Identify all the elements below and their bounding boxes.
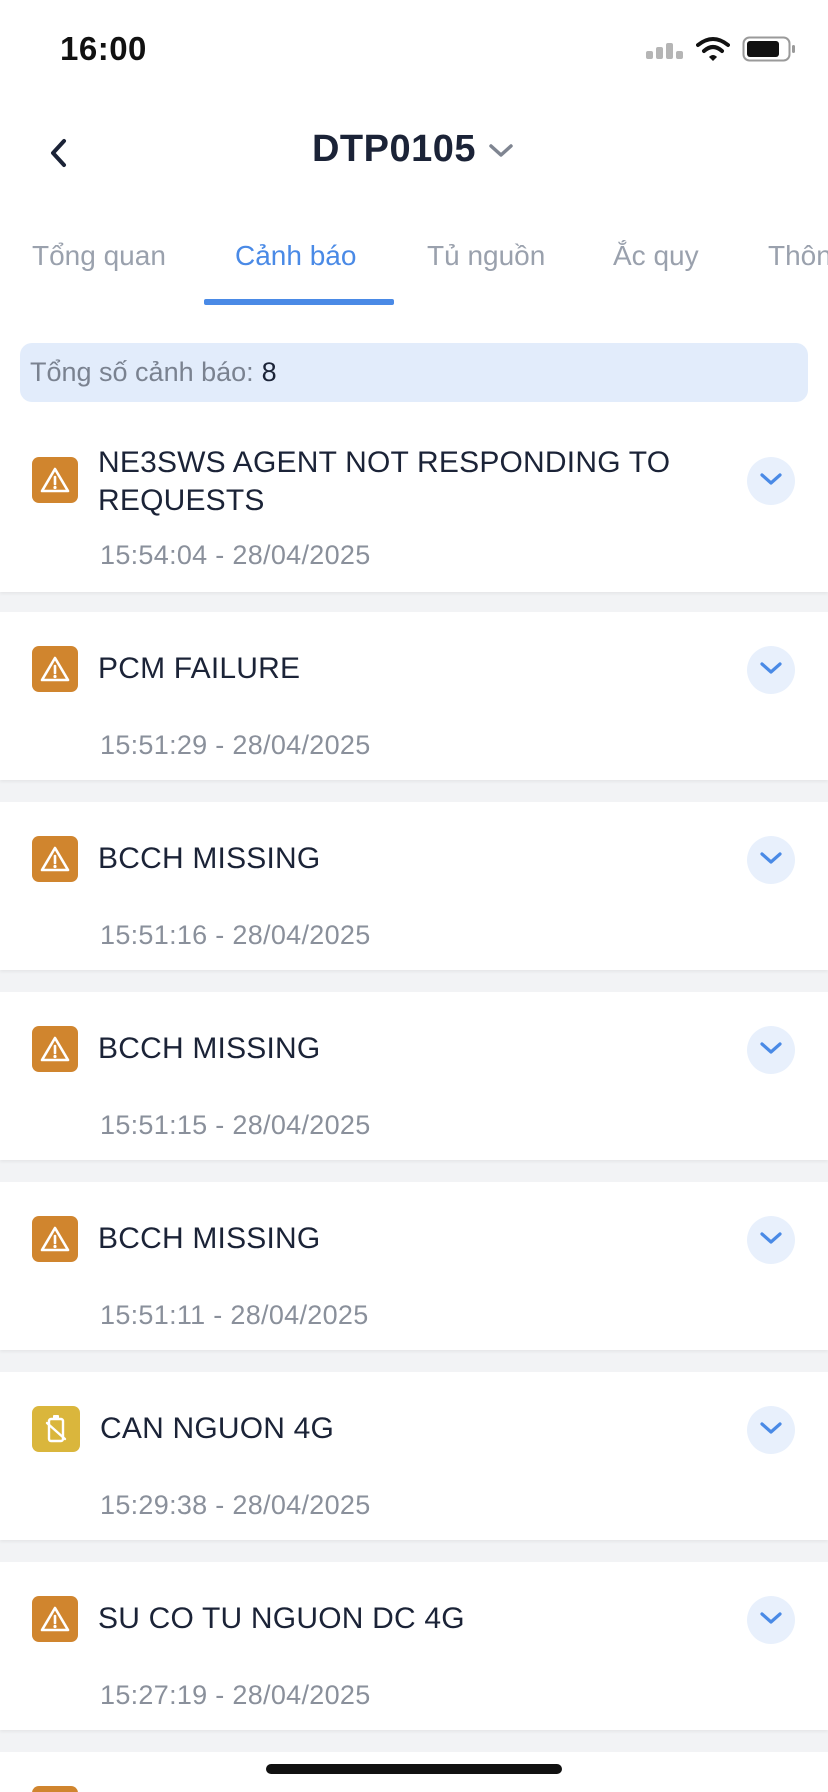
chevron-down-icon: [759, 472, 783, 491]
alert-card[interactable]: BCCH MISSING 15:51:16 - 28/04/2025: [0, 802, 828, 970]
station-selector[interactable]: DTP0105: [0, 128, 828, 171]
warning-icon: [32, 1216, 78, 1262]
warning-icon: [32, 1786, 78, 1792]
battery-icon: [742, 36, 796, 67]
tab-battery[interactable]: Ắc quy: [613, 240, 699, 272]
cellular-signal-icon: [646, 39, 684, 64]
alert-title: SU CO TU NGUON DC 4G: [98, 1602, 465, 1635]
status-icons: [646, 36, 796, 67]
chevron-down-icon: [759, 851, 783, 870]
alert-title: BCCH MISSING: [98, 1222, 321, 1255]
expand-button[interactable]: [747, 646, 795, 694]
page-title: DTP0105: [311, 128, 477, 170]
chevron-down-icon: [759, 1611, 783, 1630]
status-bar: 16:00: [0, 0, 828, 100]
alert-card[interactable]: SU CO TU NGUON DC 4G 15:27:19 - 28/04/20…: [0, 1562, 828, 1730]
alert-title: CAN NGUON 4G: [100, 1412, 335, 1445]
warning-icon: [32, 457, 78, 503]
chevron-down-icon: [759, 1231, 783, 1250]
battery-empty-icon: [32, 1406, 80, 1452]
expand-button[interactable]: [747, 836, 795, 884]
alert-title: BCCH MISSING: [98, 842, 321, 875]
alert-time: 15:54:04 - 28/04/2025: [100, 540, 371, 570]
expand-button[interactable]: [747, 1406, 795, 1454]
expand-button[interactable]: [747, 1026, 795, 1074]
alert-card[interactable]: CAN NGUON 4G 15:29:38 - 28/04/2025: [0, 1372, 828, 1540]
alert-title: NE3SWS AGENT NOT RESPONDING TO REQUESTS: [98, 446, 671, 517]
alert-time: 15:29:38 - 28/04/2025: [100, 1490, 371, 1520]
alert-card[interactable]: NE3SWS AGENT NOT RESPONDING TO REQUESTS …: [0, 422, 828, 592]
warning-icon: [32, 1026, 78, 1072]
expand-button[interactable]: [747, 1216, 795, 1264]
alert-title: BCCH MISSING: [98, 1032, 321, 1065]
tab-alerts[interactable]: Cảnh báo: [235, 240, 356, 272]
alert-card[interactable]: BCCH MISSING 15:51:15 - 28/04/2025: [0, 992, 828, 1160]
alerts-screen: 16:00 DTP0105 Tổng quan Cảnh báo Tủ nguồ…: [0, 0, 828, 1792]
alert-time: 15:27:19 - 28/04/2025: [100, 1680, 371, 1710]
chevron-down-icon: [486, 136, 516, 166]
alert-card[interactable]: PCM FAILURE 15:51:29 - 28/04/2025: [0, 612, 828, 780]
tab-power-cabinet[interactable]: Tủ nguồn: [427, 240, 545, 272]
alert-time: 15:51:11 - 28/04/2025: [100, 1300, 369, 1330]
alert-title: PCM FAILURE: [98, 652, 301, 685]
header: DTP0105: [0, 100, 828, 210]
warning-icon: [32, 836, 78, 882]
alert-time: 15:51:15 - 28/04/2025: [100, 1110, 371, 1140]
expand-button[interactable]: [747, 457, 795, 505]
tab-overview[interactable]: Tổng quan: [32, 240, 166, 272]
alert-time: 15:51:16 - 28/04/2025: [100, 920, 371, 950]
summary-count: 8: [261, 357, 277, 387]
wifi-icon: [696, 36, 730, 67]
alert-card[interactable]: BCCH MISSING 15:51:11 - 28/04/2025: [0, 1182, 828, 1350]
summary-label: Tổng số cảnh báo:: [30, 357, 254, 387]
alert-summary: Tổng số cảnh báo: 8: [20, 343, 808, 402]
warning-icon: [32, 646, 78, 692]
tab-bar: Tổng quan Cảnh báo Tủ nguồn Ắc quy Thôn: [0, 210, 828, 306]
active-tab-indicator: [204, 299, 394, 305]
chevron-down-icon: [759, 1421, 783, 1440]
alert-time: 15:51:29 - 28/04/2025: [100, 730, 371, 760]
warning-icon: [32, 1596, 78, 1642]
chevron-down-icon: [759, 661, 783, 680]
tab-info[interactable]: Thôn: [768, 240, 828, 272]
home-indicator: [266, 1764, 562, 1774]
status-time: 16:00: [60, 30, 147, 67]
chevron-down-icon: [759, 1041, 783, 1060]
expand-button[interactable]: [747, 1596, 795, 1644]
